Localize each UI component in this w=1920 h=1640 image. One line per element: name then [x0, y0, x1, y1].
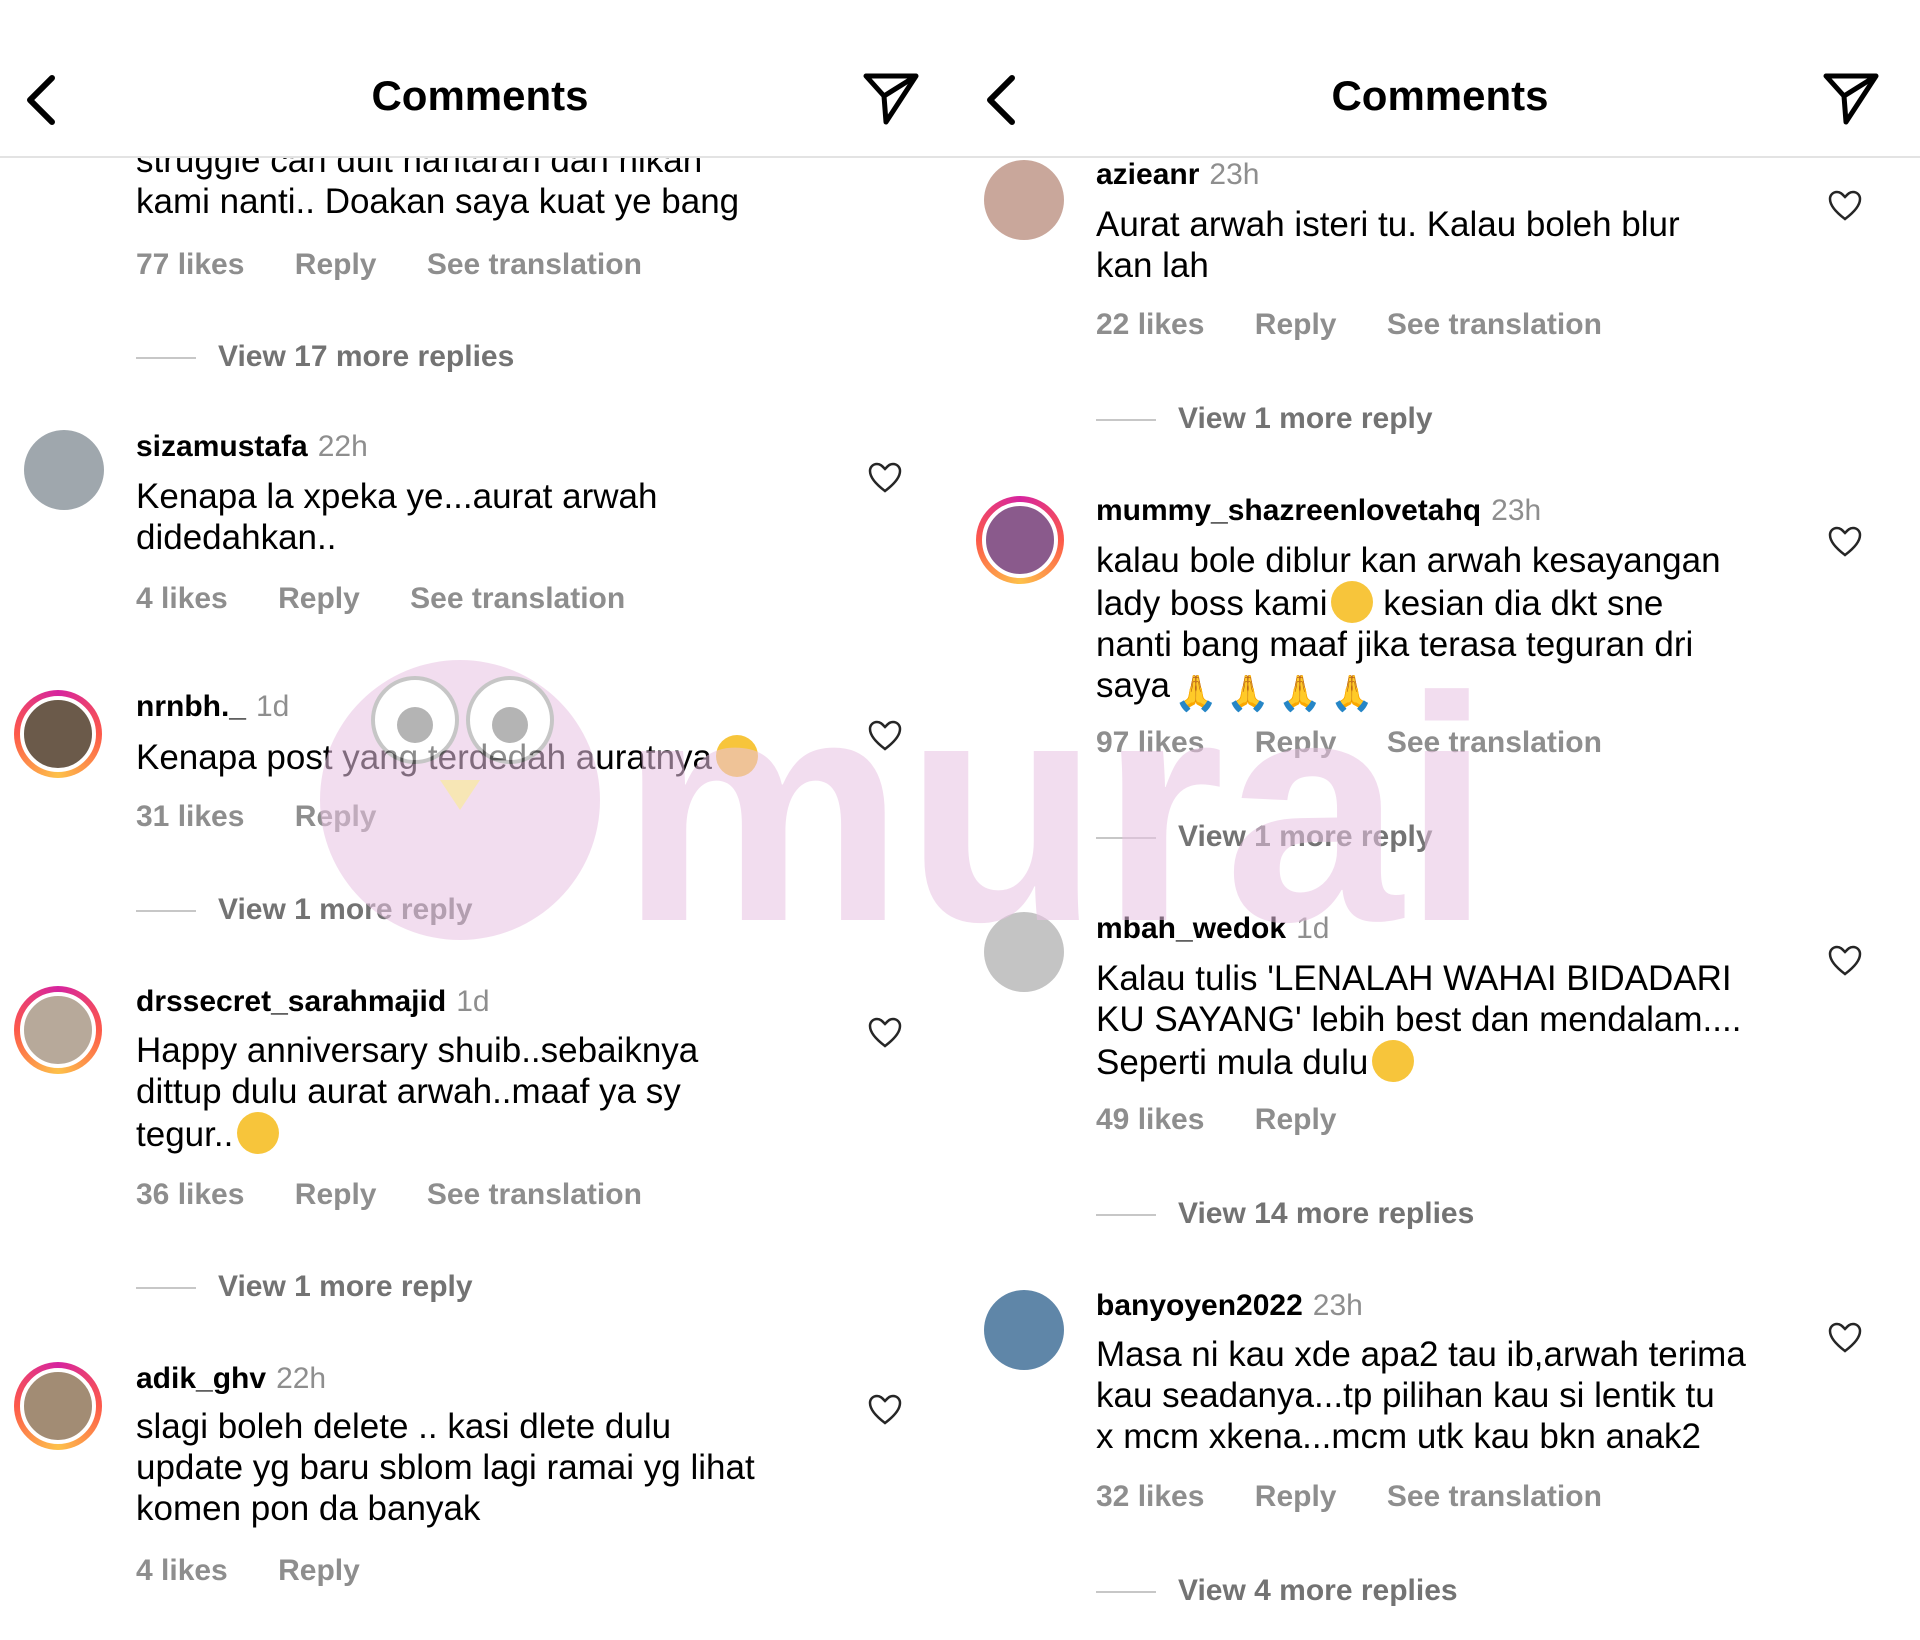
avatar[interactable] — [976, 496, 1064, 584]
reply-button[interactable]: Reply — [295, 800, 377, 833]
comment-text: Kenapa la xpeka ye...aurat arwah didedah… — [136, 477, 658, 557]
comment-username[interactable]: azieanr 23h — [1096, 158, 1259, 192]
left-comments-panel: Comments struggle cari duit hantaran dan… — [0, 0, 960, 1640]
comment-text: Aurat arwah isteri tu. Kalau boleh blur … — [1096, 205, 1680, 285]
avatar[interactable] — [14, 690, 102, 778]
comment-time: 1d — [456, 985, 490, 1018]
comment-time: 1d — [256, 690, 290, 723]
send-icon[interactable] — [862, 72, 920, 126]
divider-line — [136, 910, 196, 913]
heart-icon[interactable] — [868, 720, 902, 752]
comment-username[interactable]: mbah_wedok 1d — [1096, 912, 1329, 946]
divider-line — [136, 1287, 196, 1290]
page-title: Comments — [1331, 72, 1549, 119]
view-replies-button[interactable]: View 4 more replies — [1096, 1574, 1458, 1608]
avatar[interactable] — [984, 160, 1064, 240]
page-title: Comments — [371, 72, 589, 119]
likes-count[interactable]: 97 likes — [1096, 726, 1204, 759]
see-translation-link[interactable]: See translation — [1387, 308, 1602, 341]
likes-count[interactable]: 36 likes — [136, 1178, 244, 1211]
crying-face-emoji — [1331, 581, 1374, 623]
praying-hands-emoji: 🙏 — [1277, 674, 1322, 713]
see-translation-link[interactable]: See translation — [410, 582, 625, 615]
see-translation-link[interactable]: See translation — [1387, 1480, 1602, 1513]
divider-line — [1096, 837, 1156, 840]
comments-header: Comments — [0, 0, 960, 158]
reply-button[interactable]: Reply — [1255, 1103, 1337, 1136]
reply-button[interactable]: Reply — [1255, 726, 1337, 759]
heart-icon[interactable] — [868, 462, 902, 494]
reply-button[interactable]: Reply — [1255, 1480, 1337, 1513]
likes-count[interactable]: 77 likes — [136, 248, 244, 281]
reply-button[interactable]: Reply — [295, 1178, 377, 1211]
avatar[interactable] — [24, 430, 104, 510]
comment-text: slagi boleh delete .. kasi dlete dulu up… — [136, 1407, 755, 1528]
heart-icon[interactable] — [868, 1017, 902, 1049]
view-replies-button[interactable]: View 1 more reply — [1096, 820, 1433, 854]
divider-line — [1096, 419, 1156, 422]
view-replies-button[interactable]: View 17 more replies — [136, 340, 514, 374]
reply-button[interactable]: Reply — [295, 248, 377, 281]
comment-time: 23h — [1312, 1289, 1363, 1322]
likes-count[interactable]: 31 likes — [136, 800, 244, 833]
see-translation-link[interactable]: See translation — [427, 1178, 642, 1211]
praying-hands-emoji: 🙏 — [1225, 674, 1270, 713]
view-replies-button[interactable]: View 1 more reply — [136, 893, 473, 927]
avatar[interactable] — [14, 986, 102, 1074]
comment-text: Kenapa post yang terdedah auratnya — [136, 735, 816, 778]
divider-line — [1096, 1214, 1156, 1217]
heart-icon[interactable] — [868, 1394, 902, 1426]
comments-header: Comments — [960, 0, 1920, 158]
praying-hands-emoji: 🙏 — [1173, 674, 1218, 713]
avatar[interactable] — [14, 1362, 102, 1450]
comment-username[interactable]: mummy_shazreenlovetahq 23h — [1096, 494, 1541, 528]
comment-username[interactable]: banyoyen2022 23h — [1096, 1289, 1363, 1323]
comment-time: 22h — [276, 1362, 327, 1395]
comment-text: kalau bole diblur kan arwah kesayangan l… — [1096, 541, 1721, 713]
reply-button[interactable]: Reply — [1255, 308, 1337, 341]
comment-username[interactable]: nrnbh._ 1d — [136, 690, 289, 724]
avatar[interactable] — [984, 1290, 1064, 1370]
heart-icon[interactable] — [1828, 1322, 1862, 1354]
comment-text: Masa ni kau xde apa2 tau ib,arwah terima… — [1096, 1335, 1746, 1456]
heart-icon[interactable] — [1828, 190, 1862, 222]
heart-icon[interactable] — [1828, 526, 1862, 558]
view-replies-button[interactable]: View 14 more replies — [1096, 1197, 1474, 1231]
likes-count[interactable]: 49 likes — [1096, 1103, 1204, 1136]
comment-username[interactable]: drssecret_sarahmajid 1d — [136, 985, 490, 1019]
comment-text: Happy anniversary shuib..sebaiknya dittu… — [136, 1031, 699, 1154]
view-replies-button[interactable]: View 1 more reply — [1096, 402, 1433, 436]
comment-username[interactable]: sizamustafa 22h — [136, 430, 368, 464]
pleading-face-emoji — [716, 735, 758, 777]
comment-list: struggle cari duit hantaran dan nikah ka… — [0, 0, 960, 1640]
comment-list: azieanr 23h Aurat arwah isteri tu. Kalau … — [960, 0, 1920, 1640]
right-comments-panel: Comments azieanr 23h Aurat arwah isteri t… — [960, 0, 1920, 1640]
likes-count[interactable]: 4 likes — [136, 1554, 228, 1587]
comment-text: Kalau tulis 'LENALAH WAHAI BIDADARI KU S… — [1096, 959, 1742, 1082]
smiling-face-emoji — [1372, 1040, 1415, 1082]
comment-time: 22h — [317, 430, 368, 463]
comment-time: 23h — [1209, 158, 1260, 191]
reply-button[interactable]: Reply — [278, 582, 360, 615]
view-replies-button[interactable]: View 1 more reply — [136, 1270, 473, 1304]
likes-count[interactable]: 32 likes — [1096, 1480, 1204, 1513]
smiling-face-emoji — [237, 1112, 280, 1154]
send-icon[interactable] — [1822, 72, 1880, 126]
divider-line — [1096, 1591, 1156, 1594]
comment-time: 23h — [1491, 494, 1542, 527]
see-translation-link[interactable]: See translation — [427, 248, 642, 281]
comment-time: 1d — [1296, 912, 1330, 945]
heart-icon[interactable] — [1828, 945, 1862, 977]
see-translation-link[interactable]: See translation — [1387, 726, 1602, 759]
divider-line — [136, 357, 196, 360]
reply-button[interactable]: Reply — [278, 1554, 360, 1587]
praying-hands-emoji: 🙏 — [1329, 674, 1374, 713]
avatar[interactable] — [984, 912, 1064, 992]
comment-username[interactable]: adik_ghv 22h — [136, 1362, 326, 1396]
likes-count[interactable]: 22 likes — [1096, 308, 1204, 341]
likes-count[interactable]: 4 likes — [136, 582, 228, 615]
